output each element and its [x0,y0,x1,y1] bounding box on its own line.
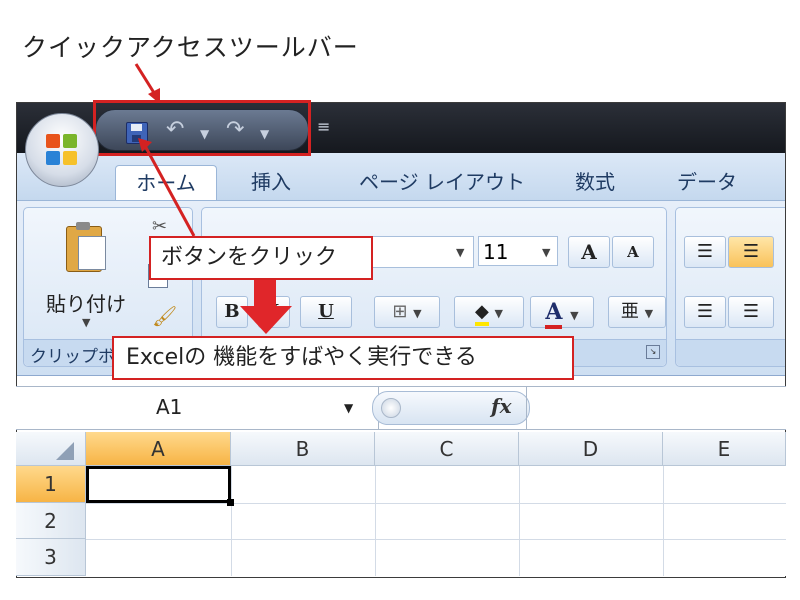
alignment-group-footer [676,339,785,366]
insert-function-button[interactable]: fx [491,394,512,418]
worksheet-grid: A B C D E 1 2 3 [16,432,786,576]
alignment-group: ☰ ☰ ☰ ☰ [675,207,785,367]
font-color-icon: A [545,299,563,329]
borders-icon: ⊞ [392,301,408,322]
column-header-a[interactable]: A [86,432,231,466]
phonetic-guide-button[interactable]: 亜 ▼ [608,296,666,328]
name-box-dropdown-icon[interactable]: ▼ [344,401,353,415]
paste-icon[interactable] [66,222,106,272]
office-logo-icon [46,134,78,166]
font-size-value: 11 [483,240,509,264]
fill-handle[interactable] [227,499,234,506]
annotation-arrow-down [240,280,292,334]
align-center-button[interactable]: ☰ [728,296,774,328]
shrink-font-button[interactable]: A [612,236,654,268]
name-box-value: A1 [156,395,183,419]
annotation-arrow-click [138,138,196,237]
font-color-button[interactable]: A ▼ [530,296,594,329]
tab-page-layout[interactable]: ページ レイアウト [359,165,525,199]
insert-function-pill: fx [372,391,530,425]
formula-input[interactable] [526,387,787,429]
column-header-b[interactable]: B [231,432,375,466]
tab-formulas[interactable]: 数式 [575,165,615,199]
row-header-3[interactable]: 3 [16,539,86,576]
customize-qat-icon[interactable]: ≡ [317,117,330,136]
align-top-button[interactable]: ☰ [684,236,726,268]
formula-bar: A1 ▼ fx [16,386,786,430]
row-header-1[interactable]: 1 [16,466,86,503]
name-box[interactable]: A1 ▼ [16,387,379,429]
tab-insert[interactable]: 挿入 [251,165,291,199]
fill-color-button[interactable]: ◆ ▼ [454,296,524,328]
underline-button[interactable]: U [300,296,352,328]
align-middle-button[interactable]: ☰ [728,236,774,268]
paste-label[interactable]: 貼り付け [46,288,126,317]
tab-data[interactable]: データ [677,165,737,199]
ribbon-tabs: ホーム 挿入 ページ レイアウト 数式 データ [17,153,785,201]
formula-bar-resize-icon[interactable] [381,398,401,418]
row-header-2[interactable]: 2 [16,503,86,539]
qat-annotation-label: クイックアクセスツールバー [22,33,359,62]
fill-color-icon: ◆ [474,301,489,326]
clipboard-group-label: クリップボ [30,347,115,367]
dialog-launcher-icon[interactable]: ↘ [646,345,660,359]
column-header-c[interactable]: C [375,432,519,466]
active-cell-a1[interactable] [86,466,231,503]
font-size-dropdown-icon[interactable]: ▼ [542,246,550,259]
select-all-corner[interactable] [16,432,86,466]
callout-description: Excelの 機能をすばやく実行できる [112,336,574,380]
callout-click-button: ボタンをクリック [149,236,373,280]
format-painter-icon[interactable]: 🖌 [152,304,177,328]
borders-button[interactable]: ⊞ ▼ [374,296,440,328]
font-name-dropdown-icon[interactable]: ▼ [456,246,464,259]
grow-font-button[interactable]: A [568,236,610,268]
paste-dropdown-icon[interactable]: ▼ [82,316,90,329]
column-header-d[interactable]: D [519,432,663,466]
align-left-button[interactable]: ☰ [684,296,726,328]
office-button[interactable] [25,113,99,187]
column-header-e[interactable]: E [663,432,786,466]
